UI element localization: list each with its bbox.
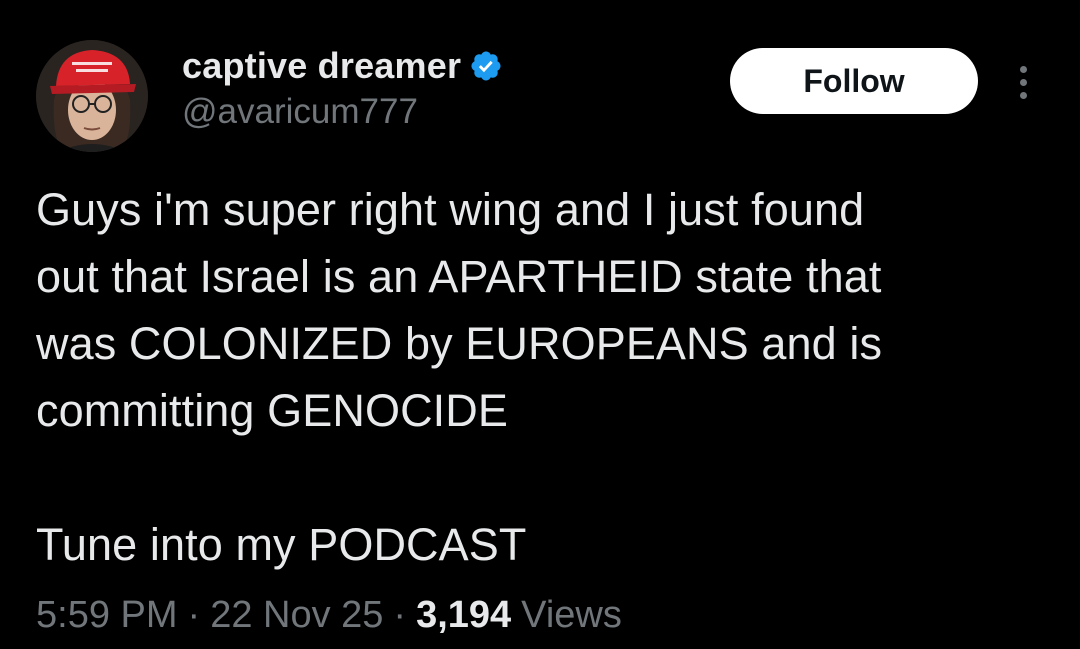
- handle[interactable]: @avaricum777: [182, 92, 503, 132]
- dot: [1019, 78, 1027, 86]
- tweet-line: out that Israel is an APARTHEID state th…: [36, 251, 882, 302]
- meta-separator: ·: [393, 594, 407, 636]
- more-vertical-icon[interactable]: [1006, 60, 1040, 104]
- display-name[interactable]: captive dreamer: [182, 45, 461, 87]
- tweet-date[interactable]: 22 Nov 25: [210, 594, 383, 637]
- meta-separator: ·: [187, 594, 201, 636]
- tweet: captive dreamer @avaricum777 Follow Guys…: [0, 0, 1080, 649]
- tweet-time[interactable]: 5:59 PM: [36, 594, 178, 637]
- avatar[interactable]: [36, 40, 148, 152]
- name-row: captive dreamer: [182, 44, 503, 88]
- verified-badge-icon: [469, 49, 503, 83]
- tweet-text: Guys i'm super right wing and I just fou…: [36, 176, 1056, 578]
- views-label: Views: [521, 594, 622, 636]
- tweet-line: Guys i'm super right wing and I just fou…: [36, 184, 865, 235]
- tweet-line: committing GENOCIDE: [36, 385, 508, 436]
- dot: [1019, 65, 1027, 73]
- follow-button[interactable]: Follow: [730, 48, 978, 114]
- profile-photo-icon: [36, 40, 148, 152]
- author-block: captive dreamer @avaricum777: [182, 44, 503, 132]
- tweet-line: was COLONIZED by EUROPEANS and is: [36, 318, 883, 369]
- views-count: 3,194: [416, 594, 512, 636]
- tweet-meta: 5:59 PM · 22 Nov 25 · 3,194 Views: [36, 594, 622, 637]
- dot: [1019, 91, 1027, 99]
- tweet-line: Tune into my PODCAST: [36, 519, 527, 570]
